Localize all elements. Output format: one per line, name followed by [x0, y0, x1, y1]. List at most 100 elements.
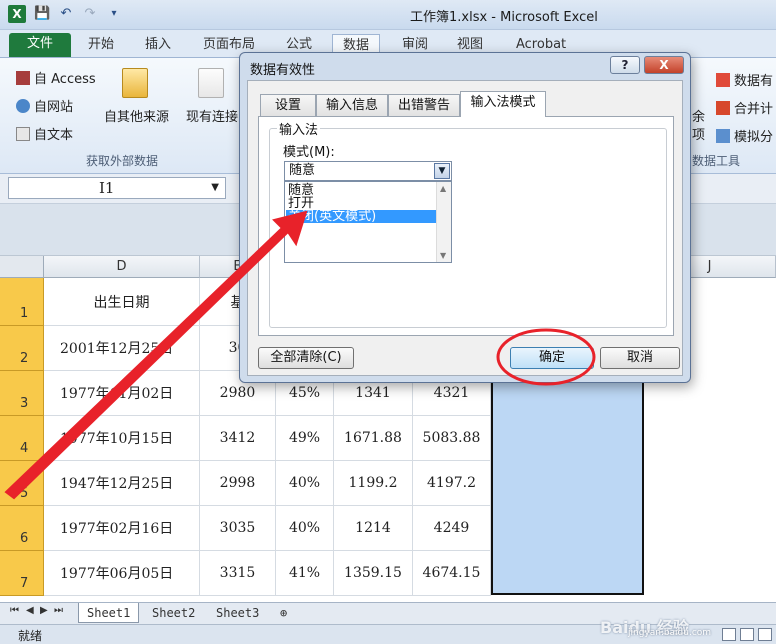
ok-button[interactable]: 确定 — [510, 347, 594, 369]
prev-sheet-icon[interactable]: ◀ — [26, 605, 34, 616]
other-sources-icon — [122, 68, 148, 98]
row-header-3[interactable]: 3 — [0, 371, 44, 416]
tab-insert[interactable]: 插入 — [135, 34, 181, 58]
undo-icon[interactable]: ↶ — [58, 6, 74, 22]
tab-ime-mode[interactable]: 输入法模式 — [460, 91, 546, 117]
normal-view-icon[interactable] — [722, 628, 736, 641]
baidu-watermark-url: jingyan.baidu.com — [628, 628, 712, 638]
from-web-button[interactable]: 自网站 — [16, 96, 73, 115]
table-cell[interactable]: 4249 — [413, 506, 491, 551]
group-label-external-data: 获取外部数据 — [86, 154, 159, 168]
last-sheet-icon[interactable]: ⏭ — [54, 605, 63, 616]
save-icon[interactable]: 💾 — [34, 6, 50, 22]
ribbon-partial-item-2: 项 — [692, 128, 706, 143]
dropdown-scrollbar[interactable]: ▲ ▼ — [436, 182, 451, 262]
column-header-d[interactable]: D — [44, 256, 200, 278]
data-validation-button[interactable]: 数据有 — [716, 70, 773, 89]
scroll-up-icon[interactable]: ▲ — [440, 184, 446, 193]
table-cell[interactable]: 1977年02月16日 — [44, 506, 200, 551]
tab-home[interactable]: 开始 — [78, 34, 124, 58]
table-cell[interactable]: 4197.2 — [413, 461, 491, 506]
tab-error-alert[interactable]: 出错警告 — [388, 94, 460, 116]
table-cell[interactable]: 4674.15 — [413, 551, 491, 596]
mode-option-off-english[interactable]: 关闭(英文模式) — [286, 210, 436, 223]
web-icon — [16, 98, 30, 113]
mode-dropdown-list: 随意 打开 关闭(英文模式) ▲ ▼ — [284, 181, 452, 263]
data-validation-dialog: 数据有效性 ? X 设置 输入信息 出错警告 输入法模式 输入法 模式(M): … — [239, 52, 691, 383]
table-cell[interactable]: 49% — [276, 416, 334, 461]
window-title: 工作簿1.xlsx - Microsoft Excel — [410, 10, 598, 25]
table-cell[interactable]: 40% — [276, 506, 334, 551]
next-sheet-icon[interactable]: ▶ — [40, 605, 48, 616]
table-cell[interactable]: 1947年12月25日 — [44, 461, 200, 506]
ime-group-label: 输入法 — [277, 119, 321, 138]
clear-all-button[interactable]: 全部清除(C) — [258, 347, 354, 369]
consolidate-button[interactable]: 合并计 — [716, 98, 773, 117]
row-header-7[interactable]: 7 — [0, 551, 44, 596]
row-header-5[interactable]: 5 — [0, 461, 44, 506]
quick-access-toolbar: X 💾 ↶ ↷ ▾ — [8, 5, 122, 23]
status-text: 就绪 — [18, 629, 43, 643]
group-label-data-tools: 数据工具 — [692, 154, 741, 168]
what-if-analysis-button[interactable]: 模拟分 — [716, 126, 773, 145]
table-cell[interactable]: 1671.88 — [334, 416, 413, 461]
page-break-view-icon[interactable] — [758, 628, 772, 641]
consolidate-icon — [716, 100, 730, 115]
mode-select[interactable]: 随意 ▼ — [284, 161, 452, 181]
cancel-button[interactable]: 取消 — [600, 347, 680, 369]
first-sheet-icon[interactable]: ⏮ — [10, 605, 19, 616]
tab-settings[interactable]: 设置 — [260, 94, 316, 116]
customize-toolbar-icon[interactable]: ▾ — [106, 6, 122, 22]
selected-range[interactable] — [491, 371, 644, 595]
what-if-icon — [716, 128, 730, 143]
table-cell[interactable]: 41% — [276, 551, 334, 596]
help-icon[interactable]: ? — [610, 56, 640, 74]
row-header-4[interactable]: 4 — [0, 416, 44, 461]
table-cell[interactable]: 1977年10月15日 — [44, 416, 200, 461]
existing-connections-button[interactable]: 现有连接 — [186, 106, 238, 125]
table-cell[interactable]: 1214 — [334, 506, 413, 551]
table-cell[interactable]: 1199.2 — [334, 461, 413, 506]
page-layout-view-icon[interactable] — [740, 628, 754, 641]
close-icon[interactable]: X — [644, 56, 684, 74]
chevron-down-icon[interactable]: ▼ — [434, 163, 450, 179]
name-box-dropdown-icon[interactable]: ▼ — [211, 178, 219, 198]
sheet-tab-2[interactable]: Sheet2 — [144, 603, 203, 623]
table-cell[interactable]: 1359.15 — [334, 551, 413, 596]
ime-mode-panel: 输入法 模式(M): 随意 ▼ 随意 打开 关闭(英文模式) ▲ ▼ — [258, 116, 674, 336]
table-cell[interactable]: 40% — [276, 461, 334, 506]
cell-birth-date-header[interactable]: 出生日期 — [44, 278, 200, 326]
sheet-tab-1[interactable]: Sheet1 — [78, 603, 140, 623]
row-header-6[interactable]: 6 — [0, 506, 44, 551]
dialog-body: 设置 输入信息 出错警告 输入法模式 输入法 模式(M): 随意 ▼ 随意 打开… — [247, 80, 683, 376]
row-header-2[interactable]: 2 — [0, 326, 44, 371]
table-cell[interactable]: 2998 — [200, 461, 276, 506]
dialog-title: 数据有效性 — [250, 63, 316, 78]
excel-logo-icon[interactable]: X — [8, 5, 26, 23]
tab-input-message[interactable]: 输入信息 — [316, 94, 388, 116]
title-bar: X 💾 ↶ ↷ ▾ 工作簿1.xlsx - Microsoft Excel — [0, 0, 776, 30]
scroll-down-icon[interactable]: ▼ — [440, 251, 446, 260]
text-file-icon — [16, 126, 30, 141]
insert-sheet-icon[interactable]: ⊕ — [272, 603, 295, 623]
name-box[interactable]: I1 ▼ — [8, 177, 226, 199]
table-cell[interactable]: 2001年12月25日 — [44, 326, 200, 371]
existing-connections-icon — [198, 68, 224, 98]
row-header-1[interactable]: 1 — [0, 278, 44, 326]
table-cell[interactable]: 5083.88 — [413, 416, 491, 461]
select-all-corner[interactable] — [0, 256, 44, 278]
tab-file[interactable]: 文件 — [9, 33, 71, 57]
mode-label: 模式(M): — [283, 145, 335, 160]
sheet-tab-3[interactable]: Sheet3 — [208, 603, 267, 623]
from-text-button[interactable]: 自文本 — [16, 124, 73, 143]
table-cell[interactable]: 1977年11月02日 — [44, 371, 200, 416]
table-cell[interactable]: 3412 — [200, 416, 276, 461]
other-sources-button[interactable]: 自其他来源 — [104, 106, 169, 125]
redo-icon[interactable]: ↷ — [82, 6, 98, 22]
ribbon-partial-item-1: 余 — [692, 110, 706, 125]
from-access-button[interactable]: 自 Access — [16, 68, 96, 87]
table-cell[interactable]: 3035 — [200, 506, 276, 551]
table-cell[interactable]: 3315 — [200, 551, 276, 596]
data-validation-icon — [716, 72, 730, 87]
table-cell[interactable]: 1977年06月05日 — [44, 551, 200, 596]
